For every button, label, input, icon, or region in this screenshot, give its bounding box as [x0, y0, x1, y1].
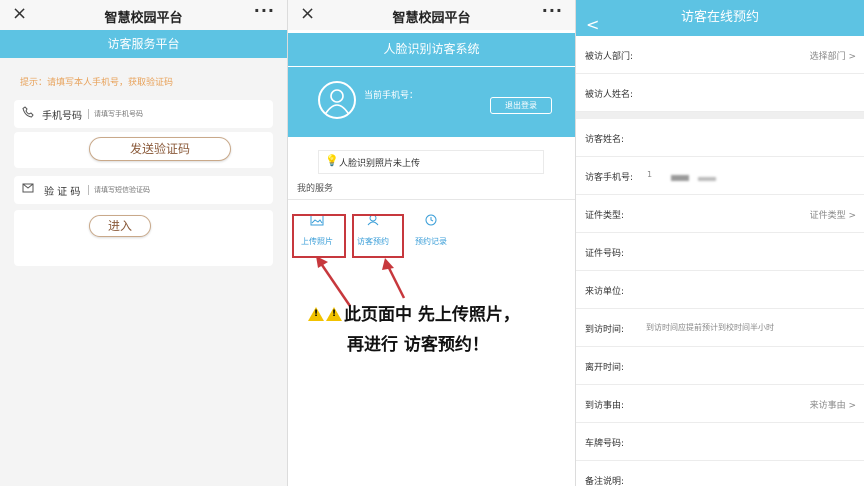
form-title: 访客在线预约 — [680, 10, 759, 25]
field-label: 车牌号码: — [585, 439, 625, 449]
phone-icon — [22, 106, 34, 121]
message-icon — [22, 182, 34, 197]
field-label: 到访时间: — [585, 325, 625, 335]
code-field-label: 验 证 码 — [44, 187, 81, 198]
phone-value: 1 — [647, 170, 653, 179]
field-arrival-time[interactable]: 到访时间: 到访时间应提前预计到校时间半小时 — [576, 309, 864, 347]
field-visitor-phone[interactable]: 访客手机号: 1 — [576, 157, 864, 195]
app-topbar: × 智慧校园平台 ··· — [0, 0, 287, 30]
field-label: 证件号码: — [585, 249, 625, 259]
login-panel: × 智慧校园平台 ··· 访客服务平台 提示：请填写本人手机号，获取验证码 手机… — [0, 0, 287, 486]
field-label: 备注说明: — [585, 477, 625, 486]
field-label: 离开时间: — [585, 363, 625, 373]
annotation-arrows — [316, 256, 406, 307]
app-title: 智慧校园平台 — [104, 11, 183, 26]
phone-input[interactable] — [94, 110, 234, 118]
annotation-line-2: 再进行 访客预约！ — [347, 335, 489, 355]
field-plate-number[interactable]: 车牌号码: — [576, 423, 864, 461]
field-visitor-company[interactable]: 来访单位: — [576, 271, 864, 309]
send-code-card: 发送验证码 — [14, 132, 273, 168]
hint-text: 提示：请填写本人手机号，获取验证码 — [20, 78, 174, 88]
warning-icon: ! — [326, 307, 342, 321]
field-label: 证件类型: — [585, 211, 625, 221]
send-code-button[interactable]: 发送验证码 — [89, 137, 231, 161]
arrival-time-placeholder: 到访时间应提前预计到校时间半小时 — [646, 323, 774, 332]
page-subtitle: 访客服务平台 — [107, 37, 180, 51]
field-id-type[interactable]: 证件类型: 证件类型 > — [576, 195, 864, 233]
redacted-blur — [698, 177, 716, 181]
code-field-row: 验 证 码 — [14, 176, 273, 204]
select-department[interactable]: 选择部门 > — [810, 49, 856, 62]
select-visit-reason[interactable]: 来访事由 > — [810, 398, 856, 411]
section-gap — [576, 112, 864, 119]
field-label: 访客手机号: — [585, 173, 634, 183]
warning-icon: ! — [308, 307, 324, 321]
field-host-name[interactable]: 被访人姓名: — [576, 74, 864, 112]
field-label: 被访人部门: — [585, 52, 634, 62]
more-menu-icon[interactable]: ··· — [254, 1, 275, 20]
form-header: < 访客在线预约 — [576, 0, 864, 36]
booking-form-panel: < 访客在线预约 被访人部门: 选择部门 > 被访人姓名: 访客姓名: 访客手机… — [576, 0, 864, 486]
field-label: 到访事由: — [585, 401, 625, 411]
phone-field-label: 手机号码 — [42, 111, 82, 122]
field-visit-reason[interactable]: 到访事由: 来访事由 > — [576, 385, 864, 423]
field-department[interactable]: 被访人部门: 选择部门 > — [576, 36, 864, 74]
code-input[interactable] — [94, 186, 234, 194]
enter-button[interactable]: 进入 — [89, 215, 151, 237]
field-label: 被访人姓名: — [585, 90, 634, 100]
field-leave-time[interactable]: 离开时间: — [576, 347, 864, 385]
field-label: 来访单位: — [585, 287, 625, 297]
select-id-type[interactable]: 证件类型 > — [810, 208, 856, 221]
redacted-blur — [671, 175, 689, 181]
enter-card: 进入 — [14, 210, 273, 266]
field-divider — [88, 109, 89, 119]
field-remarks[interactable]: 备注说明: — [576, 461, 864, 486]
page-subtitle-bar: 访客服务平台 — [0, 30, 287, 58]
field-divider — [88, 185, 89, 195]
face-system-panel: × 智慧校园平台 ··· 人脸识别访客系统 当前手机号： 退出登录 💡 人脸识别… — [288, 0, 575, 486]
field-visitor-name[interactable]: 访客姓名: — [576, 119, 864, 157]
phone-field-row: 手机号码 — [14, 100, 273, 128]
annotation-line-1: !! 此页面中 先上传照片， — [308, 300, 520, 325]
field-label: 访客姓名: — [585, 135, 625, 145]
field-id-number[interactable]: 证件号码: — [576, 233, 864, 271]
